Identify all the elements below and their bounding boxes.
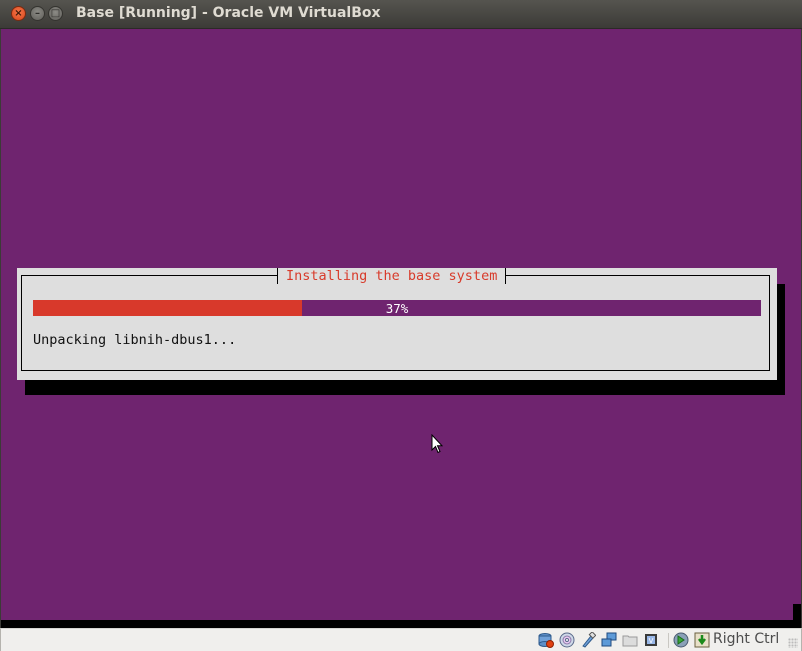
progress-label: 37% bbox=[385, 301, 409, 316]
keyboard-capture-icon[interactable] bbox=[694, 632, 710, 648]
virtualization-icon[interactable]: V bbox=[643, 632, 659, 648]
optical-drive-icon[interactable] bbox=[559, 632, 575, 648]
display-border bbox=[1, 620, 801, 628]
svg-text:V: V bbox=[649, 637, 654, 645]
host-key-label: Right Ctrl bbox=[713, 631, 780, 647]
mouse-integration-icon[interactable] bbox=[673, 632, 689, 648]
minimize-button[interactable]: – bbox=[30, 6, 45, 21]
network-icon[interactable] bbox=[601, 632, 617, 648]
hard-disk-icon[interactable] bbox=[538, 632, 554, 648]
progress-bar: 37% bbox=[33, 300, 761, 316]
status-text: Unpacking libnih-dbus1... bbox=[33, 332, 237, 348]
status-bar: V Right Ctrl bbox=[0, 628, 802, 651]
dialog-frame bbox=[21, 275, 770, 371]
resize-grip[interactable] bbox=[788, 638, 798, 648]
statusbar-separator bbox=[668, 633, 669, 648]
title-bar[interactable]: × – □ Base [Running] - Oracle VM Virtual… bbox=[0, 0, 802, 29]
dialog-title: Installing the base system bbox=[277, 268, 507, 284]
install-progress-dialog: Installing the base system 37% Unpacking… bbox=[17, 268, 777, 380]
display-border bbox=[793, 604, 801, 620]
maximize-button[interactable]: □ bbox=[48, 6, 63, 21]
window-title: Base [Running] - Oracle VM VirtualBox bbox=[76, 5, 381, 21]
usb-icon[interactable] bbox=[580, 632, 596, 648]
shared-folders-icon[interactable] bbox=[622, 632, 638, 648]
mouse-pointer-icon bbox=[431, 434, 443, 454]
close-button[interactable]: × bbox=[11, 6, 26, 21]
